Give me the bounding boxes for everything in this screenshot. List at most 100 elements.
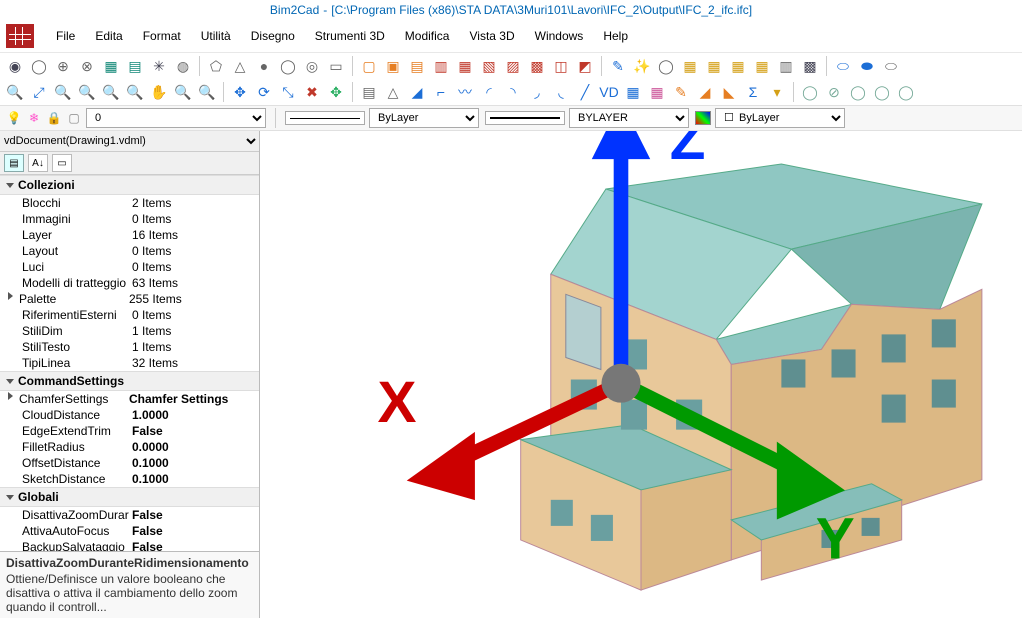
zoom-prev-icon[interactable]: 🔍 xyxy=(76,81,98,103)
freeze-icon[interactable]: ❄ xyxy=(26,110,42,126)
triangle-icon[interactable]: △ xyxy=(382,81,404,103)
torus-icon[interactable]: ◎ xyxy=(301,55,323,77)
pencil-icon[interactable]: ✎ xyxy=(607,55,629,77)
globe2-icon[interactable]: ⊗ xyxy=(76,55,98,77)
property-row[interactable]: Layout0 Items xyxy=(0,243,259,259)
layer-edit-icon[interactable]: ▤ xyxy=(358,81,380,103)
arc1-icon[interactable]: ◜ xyxy=(478,81,500,103)
lock-icon[interactable]: 🔒 xyxy=(46,110,62,126)
box-wire2-icon[interactable]: ▣ xyxy=(382,55,404,77)
circ1-icon[interactable]: ◯ xyxy=(799,81,821,103)
box-red6-icon[interactable]: ◫ xyxy=(550,55,572,77)
property-row[interactable]: EdgeExtendTrimFalse xyxy=(0,423,259,439)
properties-grid[interactable]: CollezioniBlocchi2 ItemsImmagini0 ItemsL… xyxy=(0,175,259,551)
tri2-icon[interactable]: ◣ xyxy=(718,81,740,103)
extrude-icon[interactable]: ▥ xyxy=(775,55,797,77)
document-select[interactable]: vdDocument(Drawing1.vdml) xyxy=(0,131,259,151)
circ5-icon[interactable]: ◯ xyxy=(895,81,917,103)
property-row[interactable]: Blocchi2 Items xyxy=(0,195,259,211)
cube-icon[interactable]: ⬠ xyxy=(205,55,227,77)
property-row[interactable]: StiliDim1 Items xyxy=(0,323,259,339)
tri1-icon[interactable]: ◢ xyxy=(694,81,716,103)
property-row[interactable]: RiferimentiEsterni0 Items xyxy=(0,307,259,323)
stack2-icon[interactable]: ▦ xyxy=(703,55,725,77)
property-row[interactable]: Palette255 Items xyxy=(0,291,259,307)
sphere-icon[interactable]: ● xyxy=(253,55,275,77)
stack4-icon[interactable]: ▦ xyxy=(751,55,773,77)
link1-icon[interactable]: ⬭ xyxy=(832,55,854,77)
bulb-icon[interactable]: 💡 xyxy=(6,110,22,126)
stack1-icon[interactable]: ▦ xyxy=(679,55,701,77)
menu-file[interactable]: File xyxy=(46,25,85,47)
box-red1-icon[interactable]: ▥ xyxy=(430,55,452,77)
menu-help[interactable]: Help xyxy=(593,25,638,47)
grid1-icon[interactable]: ▦ xyxy=(100,55,122,77)
circ4-icon[interactable]: ◯ xyxy=(871,81,893,103)
circle-dot-icon[interactable]: ◯ xyxy=(28,55,50,77)
property-row[interactable]: Layer16 Items xyxy=(0,227,259,243)
menu-strumenti-3d[interactable]: Strumenti 3D xyxy=(305,25,395,47)
property-row[interactable]: ChamferSettingsChamfer Settings xyxy=(0,391,259,407)
vd-icon[interactable]: VD xyxy=(598,81,620,103)
rotate-icon[interactable]: ⟳ xyxy=(253,81,275,103)
line1-icon[interactable]: ╱ xyxy=(574,81,596,103)
move-icon[interactable]: ✥ xyxy=(229,81,251,103)
arc2-icon[interactable]: ◝ xyxy=(502,81,524,103)
stack3-icon[interactable]: ▦ xyxy=(727,55,749,77)
zoom-window-icon[interactable]: 🔍 xyxy=(52,81,74,103)
property-row[interactable]: SketchDistance0.1000 xyxy=(0,471,259,487)
menu-modifica[interactable]: Modifica xyxy=(395,25,460,47)
pan-icon[interactable]: ✋ xyxy=(148,81,170,103)
property-row[interactable]: CloudDistance1.0000 xyxy=(0,407,259,423)
polyline-icon[interactable]: ⌐ xyxy=(430,81,452,103)
menu-windows[interactable]: Windows xyxy=(525,25,594,47)
panel-page-icon[interactable]: ▭ xyxy=(52,154,72,172)
zoom-in-icon[interactable]: 🔍 xyxy=(4,81,26,103)
panel-sort-icon[interactable]: A↓ xyxy=(28,154,48,172)
property-row[interactable]: Modelli di tratteggio63 Items xyxy=(0,275,259,291)
axes-icon[interactable]: ✳ xyxy=(148,55,170,77)
box-wire3-icon[interactable]: ▤ xyxy=(406,55,428,77)
section-header[interactable]: CommandSettings xyxy=(0,371,259,391)
property-row[interactable]: TipiLinea32 Items xyxy=(0,355,259,371)
menu-format[interactable]: Format xyxy=(133,25,191,47)
color-edit-icon[interactable]: ▦ xyxy=(646,81,668,103)
grid2-icon[interactable]: ▤ xyxy=(124,55,146,77)
radial-icon[interactable]: ◉ xyxy=(4,55,26,77)
measure-icon[interactable]: ◯ xyxy=(655,55,677,77)
layer-combo[interactable]: 0 xyxy=(86,108,266,128)
box-red3-icon[interactable]: ▧ xyxy=(478,55,500,77)
arc3-icon[interactable]: ◞ xyxy=(526,81,548,103)
link3-icon[interactable]: ⬭ xyxy=(880,55,902,77)
wand-icon[interactable]: ✨ xyxy=(631,55,653,77)
panel-categorized-icon[interactable]: ▤ xyxy=(4,154,24,172)
lineweight-combo[interactable]: BYLAYER xyxy=(569,108,689,128)
menu-disegno[interactable]: Disegno xyxy=(241,25,305,47)
circ2-icon[interactable]: ⊘ xyxy=(823,81,845,103)
wedge-icon[interactable]: ◢ xyxy=(406,81,428,103)
brush-icon[interactable]: ✎ xyxy=(670,81,692,103)
zoom-all-icon[interactable]: 🔍 xyxy=(196,81,218,103)
box-red2-icon[interactable]: ▦ xyxy=(454,55,476,77)
menu-vista-3d[interactable]: Vista 3D xyxy=(459,25,524,47)
delete-icon[interactable]: ✖ xyxy=(301,81,323,103)
dropdown1-icon[interactable]: ▾ xyxy=(766,81,788,103)
box-wire1-icon[interactable]: ▢ xyxy=(358,55,380,77)
link2-icon[interactable]: ⬬ xyxy=(856,55,878,77)
sphere-wire-icon[interactable]: ◍ xyxy=(172,55,194,77)
cone-icon[interactable]: △ xyxy=(229,55,251,77)
box-red4-icon[interactable]: ▨ xyxy=(502,55,524,77)
globe1-icon[interactable]: ⊕ xyxy=(52,55,74,77)
linetype-combo[interactable]: ByLayer xyxy=(369,108,479,128)
box-red5-icon[interactable]: ▩ xyxy=(526,55,548,77)
property-row[interactable]: DisattivaZoomDurarFalse xyxy=(0,507,259,523)
3d-viewport[interactable]: Z X Y xyxy=(260,131,1022,618)
cylinder-icon[interactable]: ◯ xyxy=(277,55,299,77)
zoom-extents-icon[interactable]: ⤢ xyxy=(28,81,50,103)
sum-icon[interactable]: Σ xyxy=(742,81,764,103)
grid3-icon[interactable]: ▦ xyxy=(622,81,644,103)
menu-edita[interactable]: Edita xyxy=(85,25,132,47)
box-icon[interactable]: ▭ xyxy=(325,55,347,77)
property-row[interactable]: AttivaAutoFocusFalse xyxy=(0,523,259,539)
color-combo[interactable]: ☐ xyxy=(715,108,845,128)
